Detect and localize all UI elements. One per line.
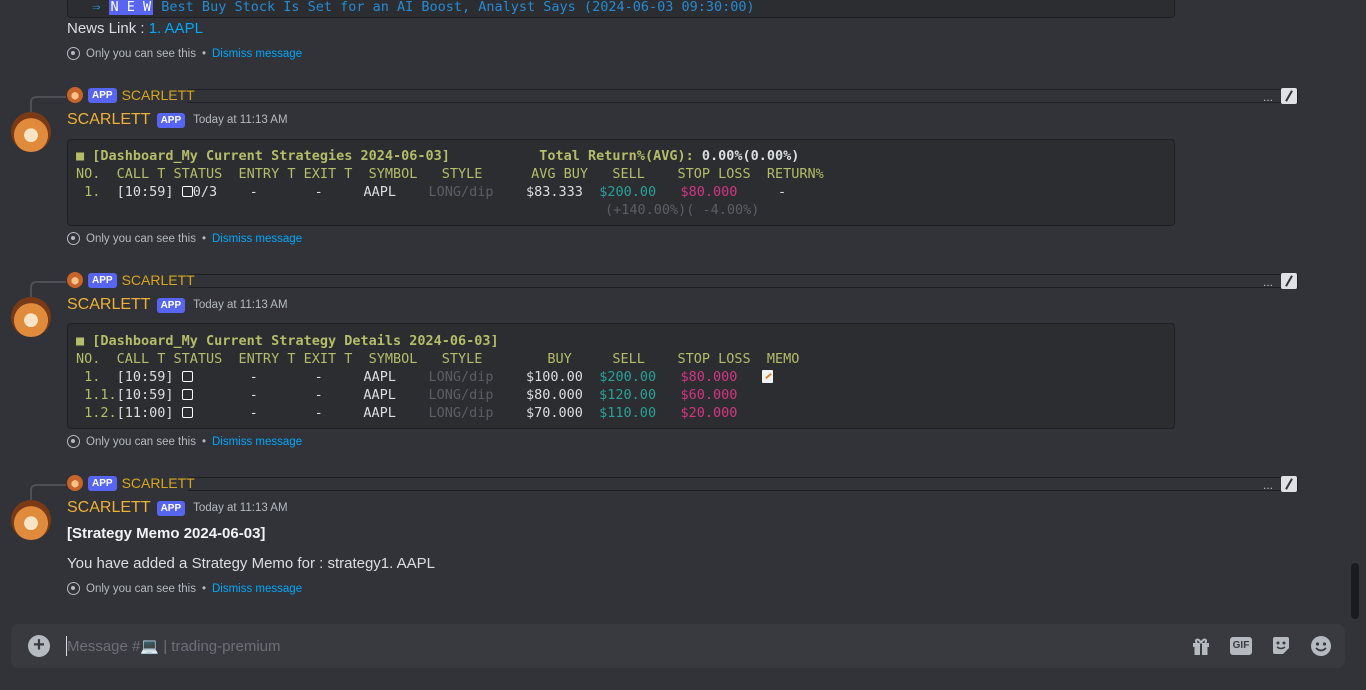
- message-header: SCARLETT APP Today at 11:13 AM: [67, 499, 288, 517]
- news-code-block: ⇒ N E W Best Buy Stock Is Set for an AI …: [67, 0, 1175, 18]
- reply-spine: [30, 484, 66, 500]
- avatar[interactable]: [11, 112, 51, 152]
- checkbox-icon: [181, 186, 193, 197]
- avatar[interactable]: [11, 500, 51, 540]
- app-badge: APP: [156, 500, 186, 516]
- reply-embed-bar: [188, 89, 1298, 103]
- checkbox-icon: [181, 389, 193, 400]
- ephemeral-note: Only you can see this • Dismiss message: [67, 232, 302, 245]
- avatar[interactable]: [11, 297, 51, 337]
- timestamp: Today at 11:13 AM: [193, 114, 288, 126]
- memo-icon: [761, 370, 773, 383]
- app-badge: APP: [88, 87, 117, 103]
- table-header: NO. CALL T STATUS ENTRY T EXIT T SYMBOL …: [76, 351, 800, 367]
- checkbox-icon: [181, 407, 193, 418]
- ephemeral-note: Only you can see this • Dismiss message: [67, 582, 302, 595]
- app-badge: APP: [156, 112, 186, 128]
- block-title: ■ [Dashboard_My Current Strategy Details…: [76, 333, 499, 349]
- ephemeral-text: Only you can see this: [86, 47, 196, 60]
- more-icon[interactable]: ...: [1263, 478, 1273, 492]
- reply-preview[interactable]: APP SCARLETT: [30, 87, 195, 112]
- strategies-code-block: ■ [Dashboard_My Current Strategies 2024-…: [67, 139, 1175, 226]
- timestamp: Today at 11:13 AM: [193, 502, 288, 514]
- bot-mini-avatar: [67, 272, 83, 288]
- app-badge: APP: [88, 475, 117, 491]
- dismiss-link[interactable]: Dismiss message: [212, 48, 302, 60]
- news-link[interactable]: 1. AAPL: [149, 20, 203, 37]
- eye-icon: [67, 582, 80, 595]
- timestamp: Today at 11:13 AM: [193, 299, 288, 311]
- table-row: 1.1.[10:59] - - AAPL LONG/dip $80.000 $1…: [76, 387, 738, 403]
- reply-preview[interactable]: APP SCARLETT: [30, 475, 195, 500]
- table-row: 1.2.[11:00] - - AAPL LONG/dip $70.000 $1…: [76, 405, 738, 421]
- ephemeral-note: Only you can see this • Dismiss message: [67, 435, 302, 448]
- checkbox-icon: [181, 371, 193, 382]
- table-header: NO. CALL T STATUS ENTRY T EXIT T SYMBOL …: [76, 166, 824, 182]
- ephemeral-note: Only you can see this • Dismiss message: [67, 47, 302, 60]
- eye-icon: [67, 435, 80, 448]
- reply-preview[interactable]: APP SCARLETT: [30, 272, 195, 297]
- reply-username[interactable]: SCARLETT: [122, 475, 195, 491]
- username[interactable]: SCARLETT: [67, 296, 151, 314]
- reply-embed-bar: [188, 477, 1298, 491]
- eye-icon: [67, 47, 80, 60]
- app-badge: APP: [156, 297, 186, 313]
- gif-icon[interactable]: GIF: [1230, 635, 1252, 657]
- strategy-details-code-block: ■ [Dashboard_My Current Strategy Details…: [67, 323, 1175, 429]
- message-header: SCARLETT APP Today at 11:13 AM: [67, 296, 288, 314]
- message-composer[interactable]: + Message #💻 | trading-premium GIF: [11, 624, 1345, 668]
- dismiss-link[interactable]: Dismiss message: [212, 436, 302, 448]
- message-input[interactable]: Message #💻 | trading-premium: [67, 637, 281, 655]
- news-line: ⇒ N E W Best Buy Stock Is Set for an AI …: [76, 0, 755, 15]
- memo-body: You have added a Strategy Memo for : str…: [67, 555, 436, 572]
- memo-title: [Strategy Memo 2024-06-03]: [67, 525, 266, 542]
- table-row: 1. [10:59] 0/3 - - AAPL LONG/dip $83.333…: [76, 184, 787, 200]
- gif-label: GIF: [1230, 637, 1252, 655]
- bot-mini-avatar: [67, 475, 83, 491]
- more-icon[interactable]: ...: [1263, 90, 1273, 104]
- more-icon[interactable]: ...: [1263, 275, 1273, 289]
- reply-spine: [30, 281, 66, 297]
- scrollbar-thumb[interactable]: [1351, 563, 1359, 619]
- reply-username[interactable]: SCARLETT: [122, 272, 195, 288]
- username[interactable]: SCARLETT: [67, 111, 151, 129]
- return-subline: (+140.00%)( -4.00%): [605, 202, 760, 218]
- emoji-icon[interactable]: [1310, 635, 1332, 657]
- news-headline: Best Buy Stock Is Set for an AI Boost, A…: [161, 0, 755, 15]
- reply-embed-bar: [188, 274, 1298, 288]
- dismiss-link[interactable]: Dismiss message: [212, 583, 302, 595]
- edit-icon[interactable]: [1281, 476, 1297, 492]
- add-attachment-icon[interactable]: +: [28, 635, 50, 657]
- message-header: SCARLETT APP Today at 11:13 AM: [67, 111, 288, 129]
- edit-icon[interactable]: [1281, 88, 1297, 104]
- new-tag: N E W: [108, 0, 154, 15]
- news-link-label: News Link :: [67, 20, 149, 37]
- eye-icon: [67, 232, 80, 245]
- dismiss-link[interactable]: Dismiss message: [212, 233, 302, 245]
- reply-spine: [30, 96, 66, 112]
- username[interactable]: SCARLETT: [67, 499, 151, 517]
- app-badge: APP: [88, 272, 117, 288]
- sticker-icon[interactable]: [1270, 635, 1292, 657]
- reply-username[interactable]: SCARLETT: [122, 87, 195, 103]
- bot-mini-avatar: [67, 87, 83, 103]
- news-link-row: News Link : 1. AAPL: [67, 20, 203, 37]
- gift-icon[interactable]: [1190, 635, 1212, 657]
- block-title: ■ [Dashboard_My Current Strategies 2024-…: [76, 148, 800, 164]
- edit-icon[interactable]: [1281, 273, 1297, 289]
- table-row: 1. [10:59] - - AAPL LONG/dip $100.00 $20…: [76, 368, 773, 386]
